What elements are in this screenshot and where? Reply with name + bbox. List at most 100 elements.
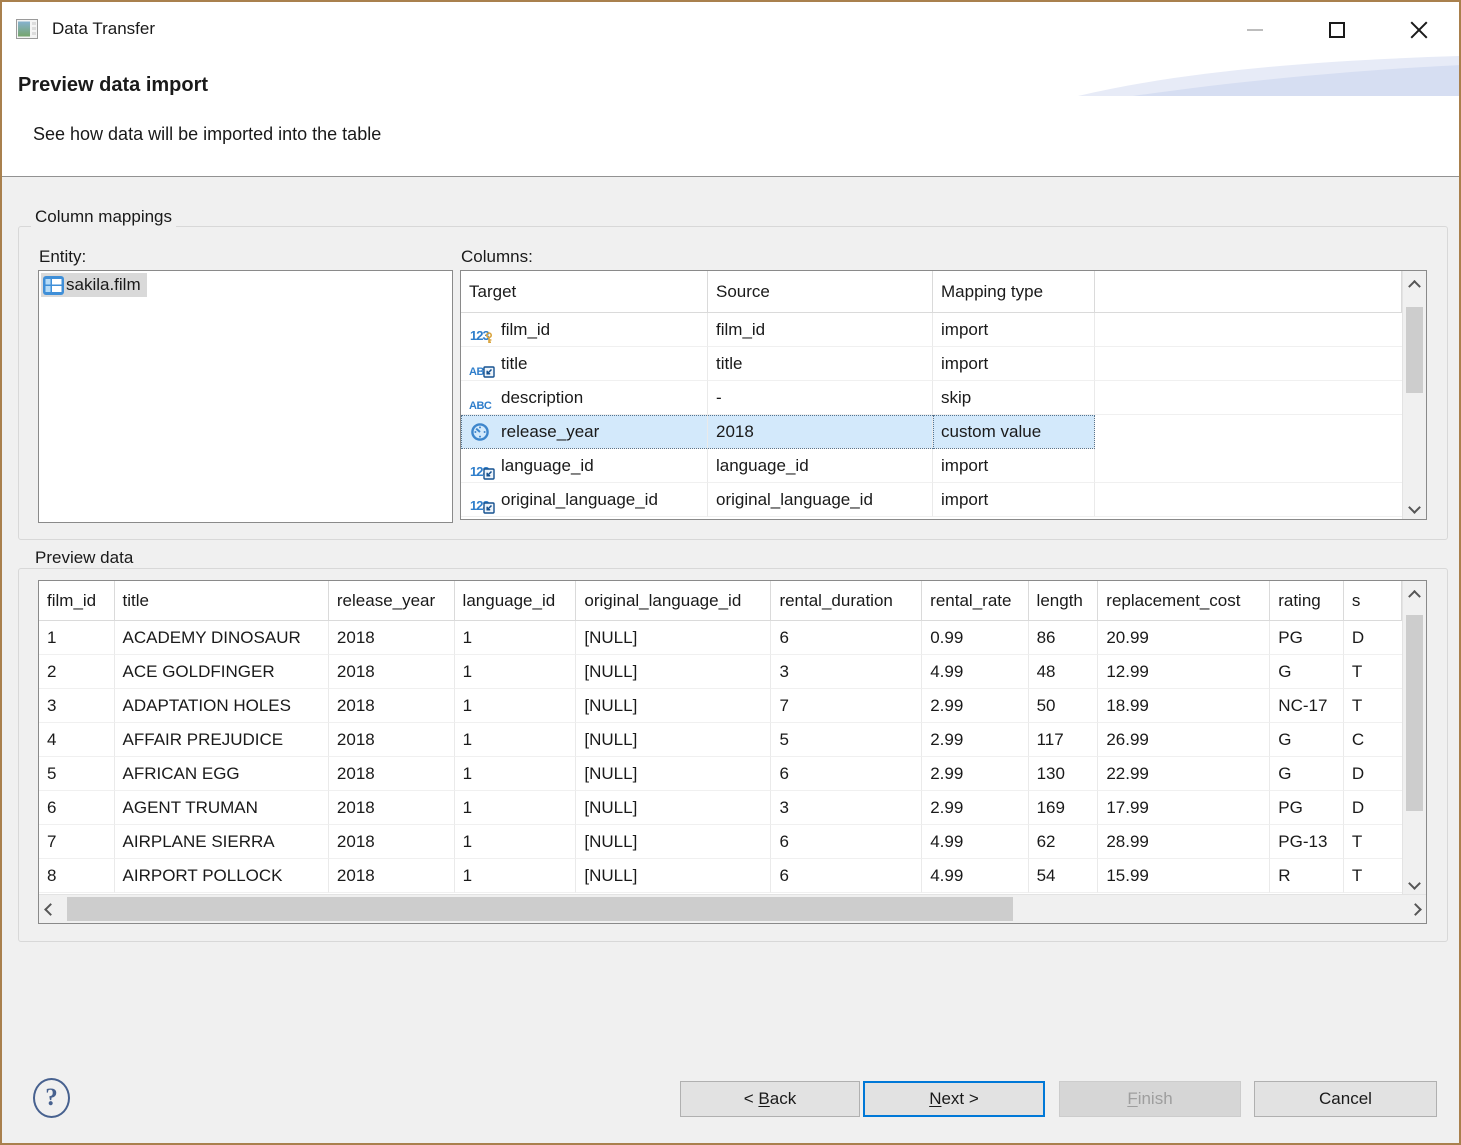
preview-row[interactable]: 2 ACE GOLDFINGER 2018 1 [NULL] 3 4.99 48… [39, 655, 1402, 689]
preview-header[interactable]: rental_duration [771, 581, 922, 621]
cell-special-features: C [1344, 723, 1402, 757]
title-bar[interactable]: Data Transfer [2, 2, 1459, 56]
cell-title: AGENT TRUMAN [115, 791, 329, 825]
cell-release-year: 2018 [329, 655, 455, 689]
cell-rental-rate: 2.99 [922, 791, 1028, 825]
cell-rental-duration: 3 [771, 655, 922, 689]
help-button[interactable]: ? [33, 1078, 70, 1118]
preview-data-group-label: Preview data [31, 548, 137, 568]
cell-release-year: 2018 [329, 621, 455, 655]
cell-length: 62 [1029, 825, 1099, 859]
cell-original-language-id: [NULL] [576, 791, 771, 825]
preview-header[interactable]: language_id [455, 581, 577, 621]
scroll-down-button[interactable] [1403, 497, 1426, 517]
preview-row[interactable]: 4 AFFAIR PREJUDICE 2018 1 [NULL] 5 2.99 … [39, 723, 1402, 757]
mapping-source[interactable]: original_language_id [708, 483, 933, 517]
cell-rental-duration: 7 [771, 689, 922, 723]
preview-row[interactable]: 6 AGENT TRUMAN 2018 1 [NULL] 3 2.99 169 … [39, 791, 1402, 825]
cell-length: 169 [1029, 791, 1099, 825]
cell-original-language-id: [NULL] [576, 689, 771, 723]
cell-film-id: 6 [39, 791, 115, 825]
cell-length: 117 [1029, 723, 1099, 757]
cell-release-year: 2018 [329, 859, 455, 893]
cell-length: 54 [1029, 859, 1099, 893]
preview-row[interactable]: 5 AFRICAN EGG 2018 1 [NULL] 6 2.99 130 2… [39, 757, 1402, 791]
scroll-up-button[interactable] [1403, 273, 1426, 293]
cell-length: 50 [1029, 689, 1099, 723]
cell-rental-rate: 2.99 [922, 757, 1028, 791]
next-button[interactable]: Next > [863, 1081, 1045, 1117]
preview-header[interactable]: title [115, 581, 329, 621]
preview-header-row: film_id title release_year language_id o… [39, 581, 1402, 621]
preview-header[interactable]: original_language_id [576, 581, 771, 621]
cell-rental-rate: 4.99 [922, 655, 1028, 689]
mapping-type[interactable]: import [933, 313, 1095, 347]
scrollbar-thumb[interactable] [67, 897, 1013, 921]
scroll-up-button[interactable] [1403, 583, 1426, 603]
mapping-type[interactable]: import [933, 483, 1095, 517]
mapping-type[interactable]: skip [933, 381, 1095, 415]
chevron-up-icon [1408, 279, 1421, 292]
scroll-right-button[interactable] [1404, 895, 1426, 923]
mapping-row-film-id[interactable]: 123 film_id film_id import [461, 313, 1402, 347]
preview-row[interactable]: 1 ACADEMY DINOSAUR 2018 1 [NULL] 6 0.99 … [39, 621, 1402, 655]
preview-header[interactable]: length [1029, 581, 1099, 621]
cell-length: 86 [1029, 621, 1099, 655]
mapping-header-type[interactable]: Mapping type [933, 271, 1095, 313]
close-icon [1409, 20, 1429, 40]
cell-rating: G [1270, 723, 1344, 757]
mapping-source[interactable]: language_id [708, 449, 933, 483]
scrollbar-thumb[interactable] [1406, 307, 1423, 393]
cancel-button[interactable]: Cancel [1254, 1081, 1437, 1117]
chevron-left-icon [44, 903, 57, 916]
mapping-source-custom-value[interactable]: 2018 [708, 415, 933, 449]
mapping-vertical-scrollbar[interactable] [1402, 271, 1426, 519]
preview-header[interactable]: release_year [329, 581, 455, 621]
mapping-header-source[interactable]: Source [708, 271, 933, 313]
cell-rental-rate: 0.99 [922, 621, 1028, 655]
preview-header[interactable]: rental_rate [922, 581, 1028, 621]
window-title: Data Transfer [52, 19, 155, 39]
mapping-source[interactable]: - [708, 381, 933, 415]
cell-language-id: 1 [455, 689, 577, 723]
mapping-row-filler [1095, 381, 1402, 415]
preview-row[interactable]: 7 AIRPLANE SIERRA 2018 1 [NULL] 6 4.99 6… [39, 825, 1402, 859]
mapping-row-title[interactable]: ABC title title import [461, 347, 1402, 381]
close-button[interactable] [1404, 16, 1434, 44]
column-mappings-group-label: Column mappings [31, 207, 176, 227]
preview-row[interactable]: 8 AIRPORT POLLOCK 2018 1 [NULL] 6 4.99 5… [39, 859, 1402, 893]
mapping-header-target[interactable]: Target [461, 271, 708, 313]
entity-item-sakila-film[interactable]: sakila.film [41, 273, 147, 297]
chevron-right-icon [1409, 903, 1422, 916]
preview-vertical-scrollbar[interactable] [1402, 581, 1426, 895]
back-button[interactable]: < Back [680, 1081, 860, 1117]
cell-language-id: 1 [455, 791, 577, 825]
mapping-source[interactable]: film_id [708, 313, 933, 347]
cell-rental-duration: 6 [771, 757, 922, 791]
preview-header[interactable]: replacement_cost [1098, 581, 1270, 621]
banner-swoosh-decoration [1078, 54, 1461, 98]
minimize-button[interactable] [1240, 16, 1270, 44]
scrollbar-thumb[interactable] [1406, 615, 1423, 811]
scroll-left-button[interactable] [39, 895, 61, 923]
mapping-row-release-year-selected[interactable]: release_year 2018 custom value [461, 415, 1095, 449]
mapping-type[interactable]: import [933, 449, 1095, 483]
cell-language-id: 1 [455, 655, 577, 689]
mapping-row-original-language-id[interactable]: 123 original_language_id original_langua… [461, 483, 1402, 517]
preview-row[interactable]: 3 ADAPTATION HOLES 2018 1 [NULL] 7 2.99 … [39, 689, 1402, 723]
cell-title: AFRICAN EGG [115, 757, 329, 791]
mapping-row-filler [1095, 449, 1402, 483]
preview-horizontal-scrollbar[interactable] [39, 894, 1426, 923]
mapping-type[interactable]: import [933, 347, 1095, 381]
maximize-button[interactable] [1322, 16, 1352, 44]
mapping-source[interactable]: title [708, 347, 933, 381]
preview-header[interactable]: s [1344, 581, 1402, 621]
mapping-row-language-id[interactable]: 123 language_id language_id import [461, 449, 1402, 483]
preview-header[interactable]: rating [1270, 581, 1344, 621]
entity-list[interactable]: sakila.film [38, 270, 453, 523]
mapping-row-description[interactable]: ABC description - skip [461, 381, 1402, 415]
preview-header[interactable]: film_id [39, 581, 115, 621]
numeric-ref-icon: 123 [469, 488, 499, 512]
scroll-down-button[interactable] [1403, 873, 1426, 893]
mapping-type-custom[interactable]: custom value [933, 415, 1095, 449]
